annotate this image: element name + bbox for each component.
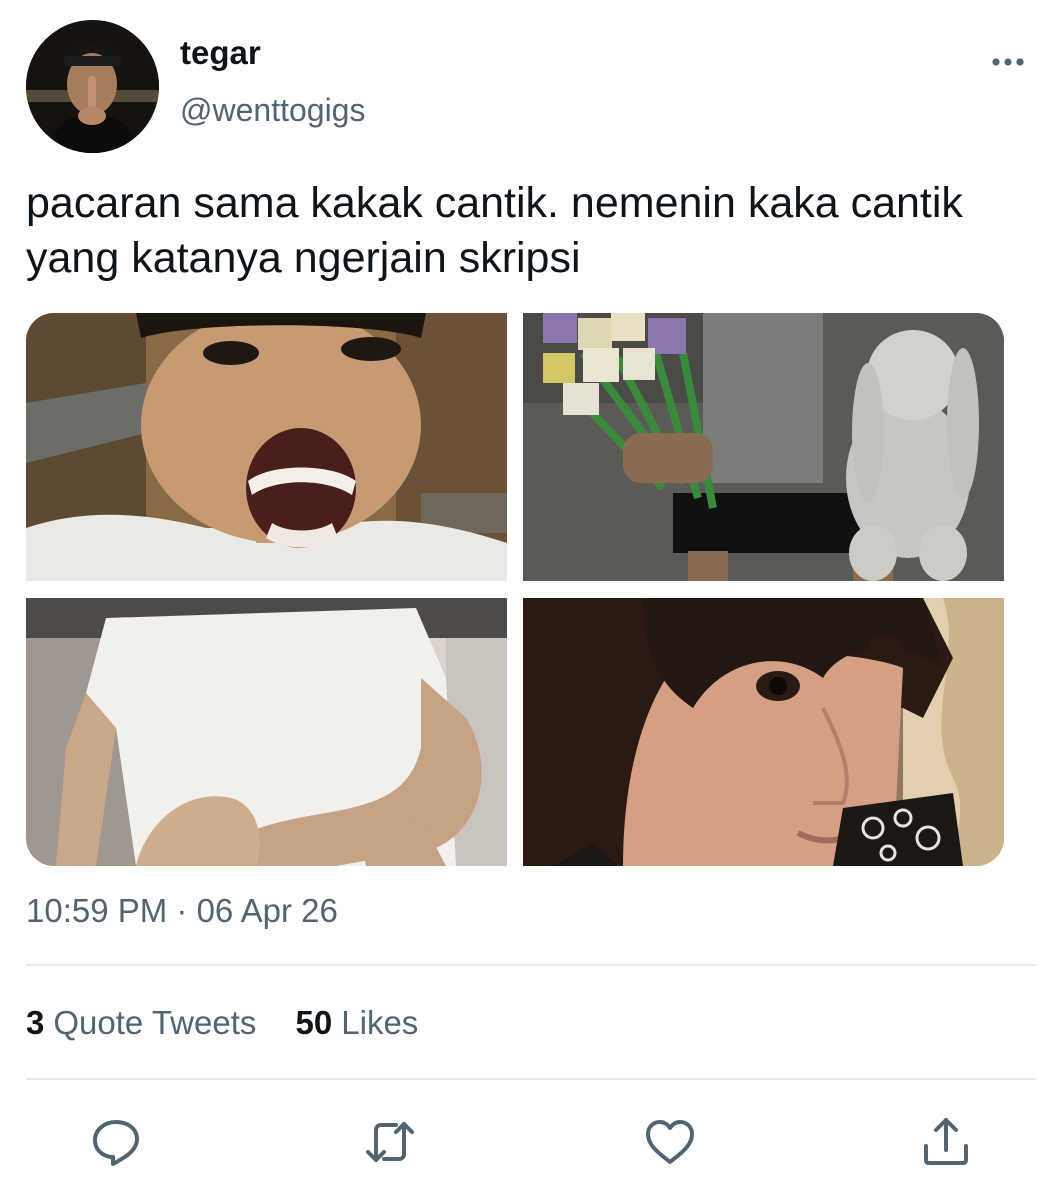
divider	[26, 1078, 1036, 1080]
retweet-icon[interactable]	[362, 1114, 418, 1170]
stat-count: 50	[295, 1004, 333, 1041]
tweet-stats: 3 Quote Tweets 50 Likes	[26, 1004, 418, 1042]
like-icon[interactable]	[642, 1114, 698, 1170]
media-photo-3[interactable]	[26, 598, 507, 866]
more-options-icon[interactable]	[986, 42, 1034, 82]
avatar[interactable]	[26, 20, 159, 153]
reply-icon[interactable]	[88, 1114, 144, 1170]
tulips-and-bunny-plush-photo	[523, 313, 1004, 581]
avatar-photo	[26, 20, 159, 153]
bob-haircut-closeup-photo	[523, 598, 1004, 866]
stat-likes[interactable]: 50 Likes	[296, 1004, 419, 1042]
display-name[interactable]: tegar	[180, 34, 261, 72]
user-handle[interactable]: @wenttogigs	[180, 92, 365, 129]
stat-quote-tweets[interactable]: 3 Quote Tweets	[26, 1004, 256, 1042]
stat-label: Likes	[341, 1004, 419, 1041]
stat-label: Quote Tweets	[53, 1004, 257, 1041]
tweet-text: pacaran sama kakak cantik. nemenin kaka …	[26, 179, 963, 282]
share-icon[interactable]	[918, 1114, 974, 1170]
tweet: tegar @wenttogigs pacaran sama kakak can…	[0, 0, 1062, 1200]
media-photo-2[interactable]	[523, 313, 1004, 581]
divider	[26, 964, 1036, 966]
tweet-timestamp[interactable]: 10:59 PM · 06 Apr 26	[26, 892, 338, 930]
white-tshirt-arms-photo	[26, 598, 507, 866]
media-photo-4[interactable]	[523, 598, 1004, 866]
stat-count: 3	[26, 1004, 45, 1041]
media-photo-1[interactable]	[26, 313, 507, 581]
selfie-open-mouth-photo	[26, 313, 507, 581]
